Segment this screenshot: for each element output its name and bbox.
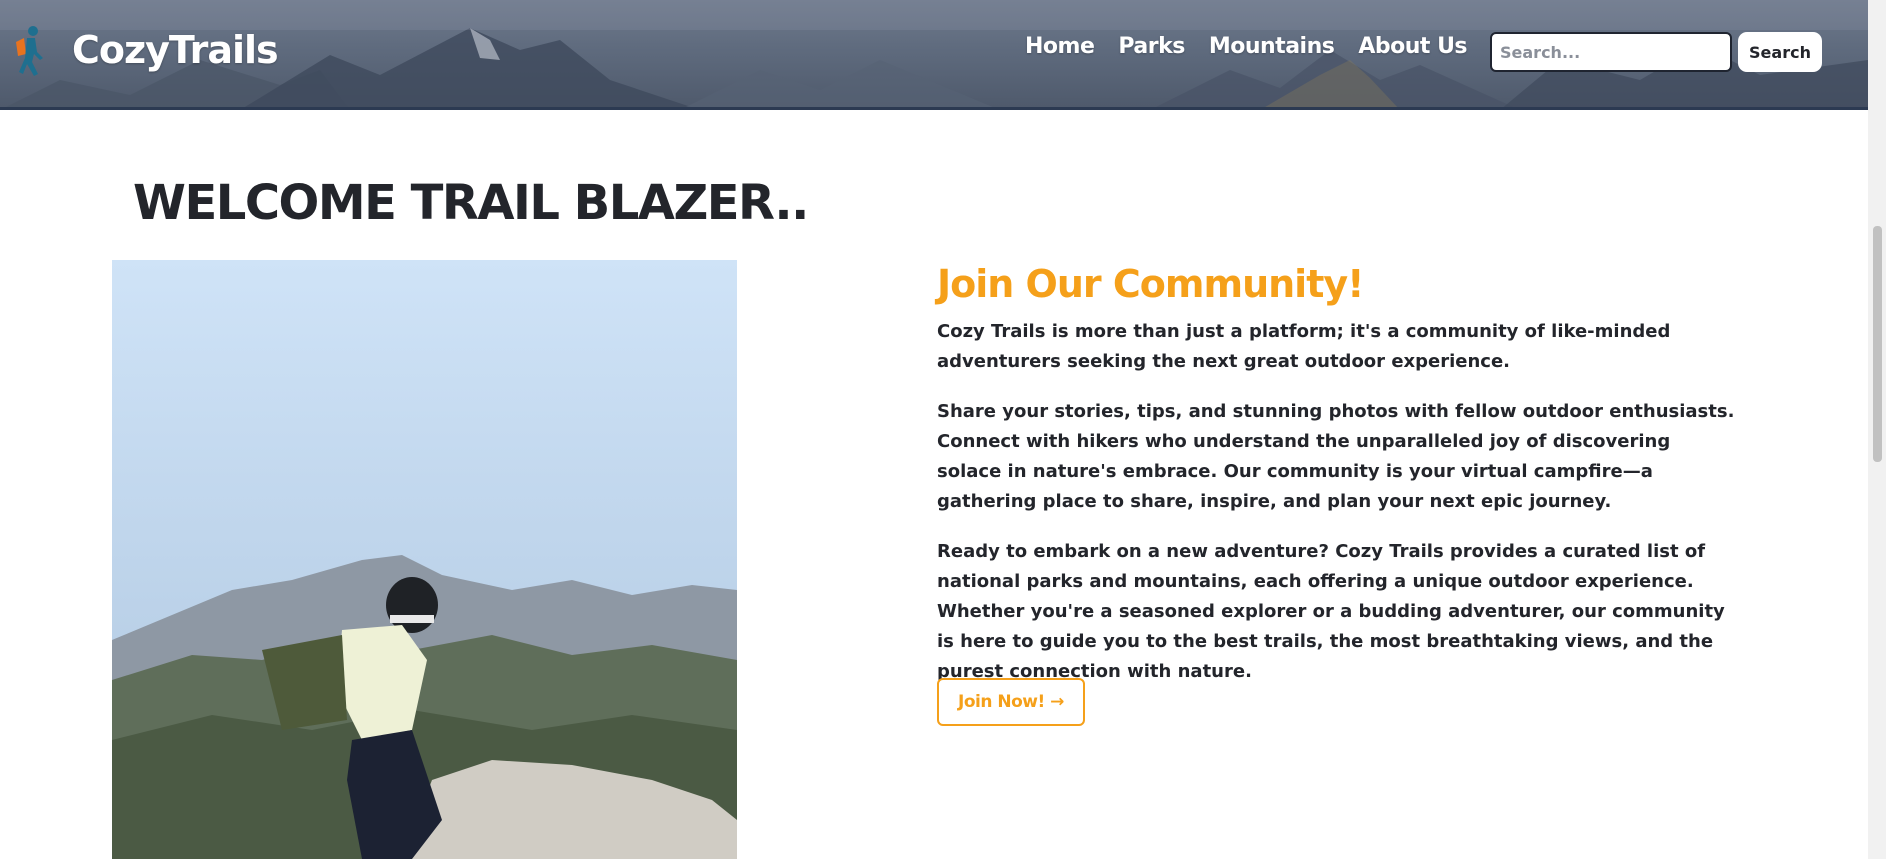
search-button[interactable]: Search [1738,32,1822,72]
hiker-logo-icon[interactable] [10,24,48,76]
brand-name[interactable]: CozyTrails [72,28,279,72]
nav-about-us[interactable]: About Us [1358,34,1467,59]
site-header: CozyTrails Home Parks Mountains About Us… [0,0,1868,110]
scrollbar-thumb[interactable] [1873,226,1882,462]
search-input[interactable] [1490,32,1732,72]
welcome-heading: WELCOME TRAIL BLAZER.. [133,175,809,231]
community-title: Join Our Community! [937,262,1364,306]
hiker-photo [112,260,737,859]
nav-home[interactable]: Home [1025,34,1095,59]
community-paragraph-2: Share your stories, tips, and stunning p… [937,401,1735,512]
join-now-button[interactable]: Join Now! → [937,678,1085,726]
main-nav: Home Parks Mountains About Us [1025,34,1491,59]
community-paragraph-3: Ready to embark on a new adventure? Cozy… [937,541,1725,682]
nav-parks[interactable]: Parks [1118,34,1185,59]
page-scrollbar[interactable] [1868,0,1886,859]
community-paragraph-1: Cozy Trails is more than just a platform… [937,321,1671,372]
nav-mountains[interactable]: Mountains [1209,34,1335,59]
hiker-photo-illustration [112,260,737,859]
